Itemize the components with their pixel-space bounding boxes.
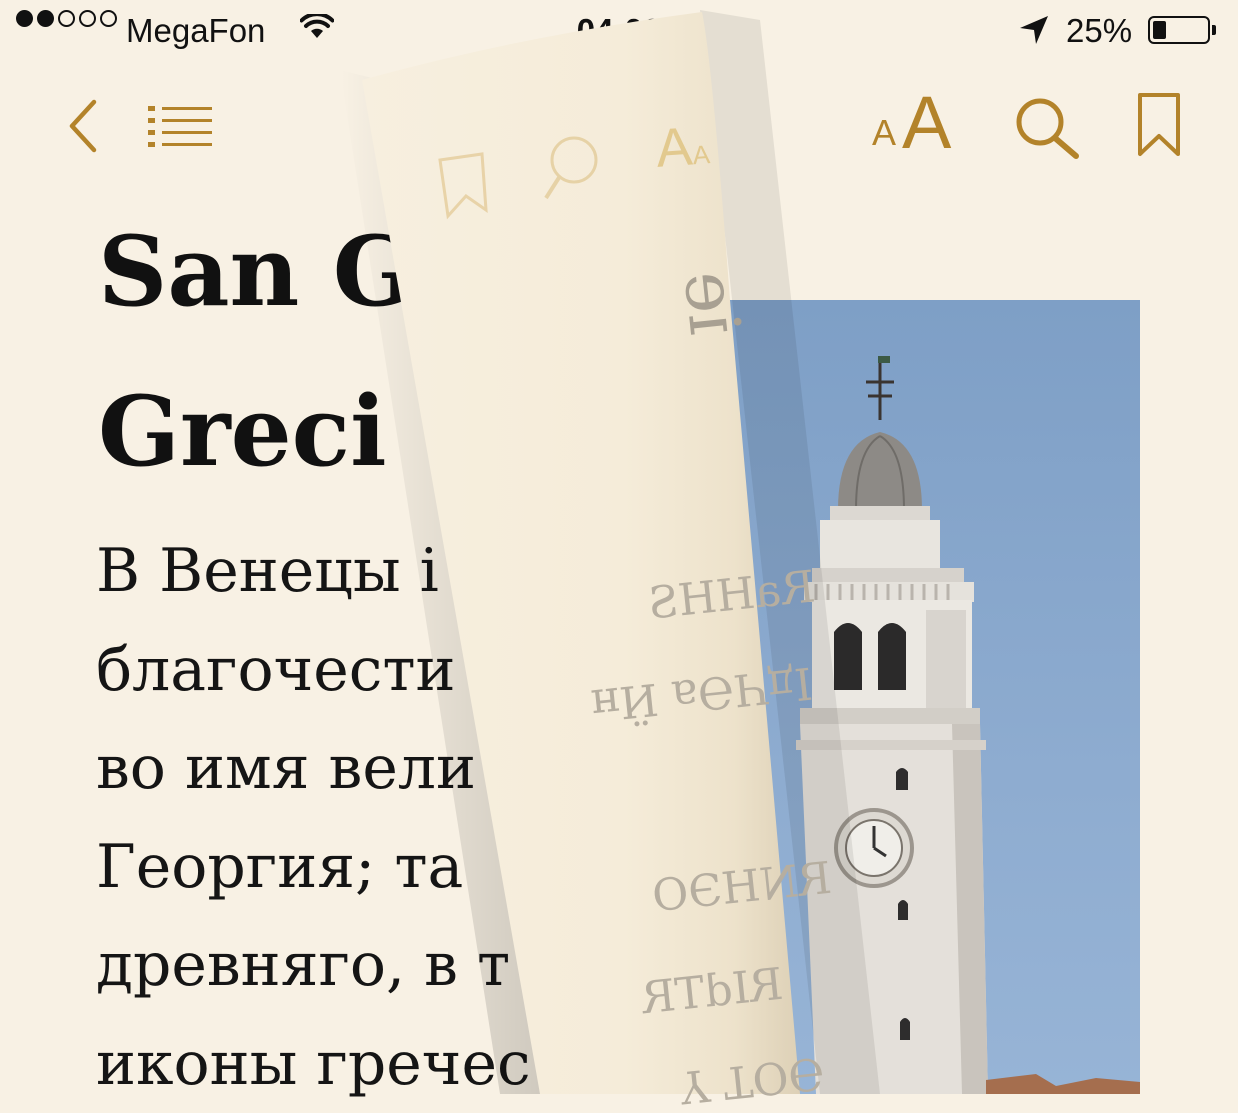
mirrored-font-glyphs: AA [654,114,712,180]
mirrored-text-0: ie [668,267,756,339]
page-curl [0,0,1238,1094]
